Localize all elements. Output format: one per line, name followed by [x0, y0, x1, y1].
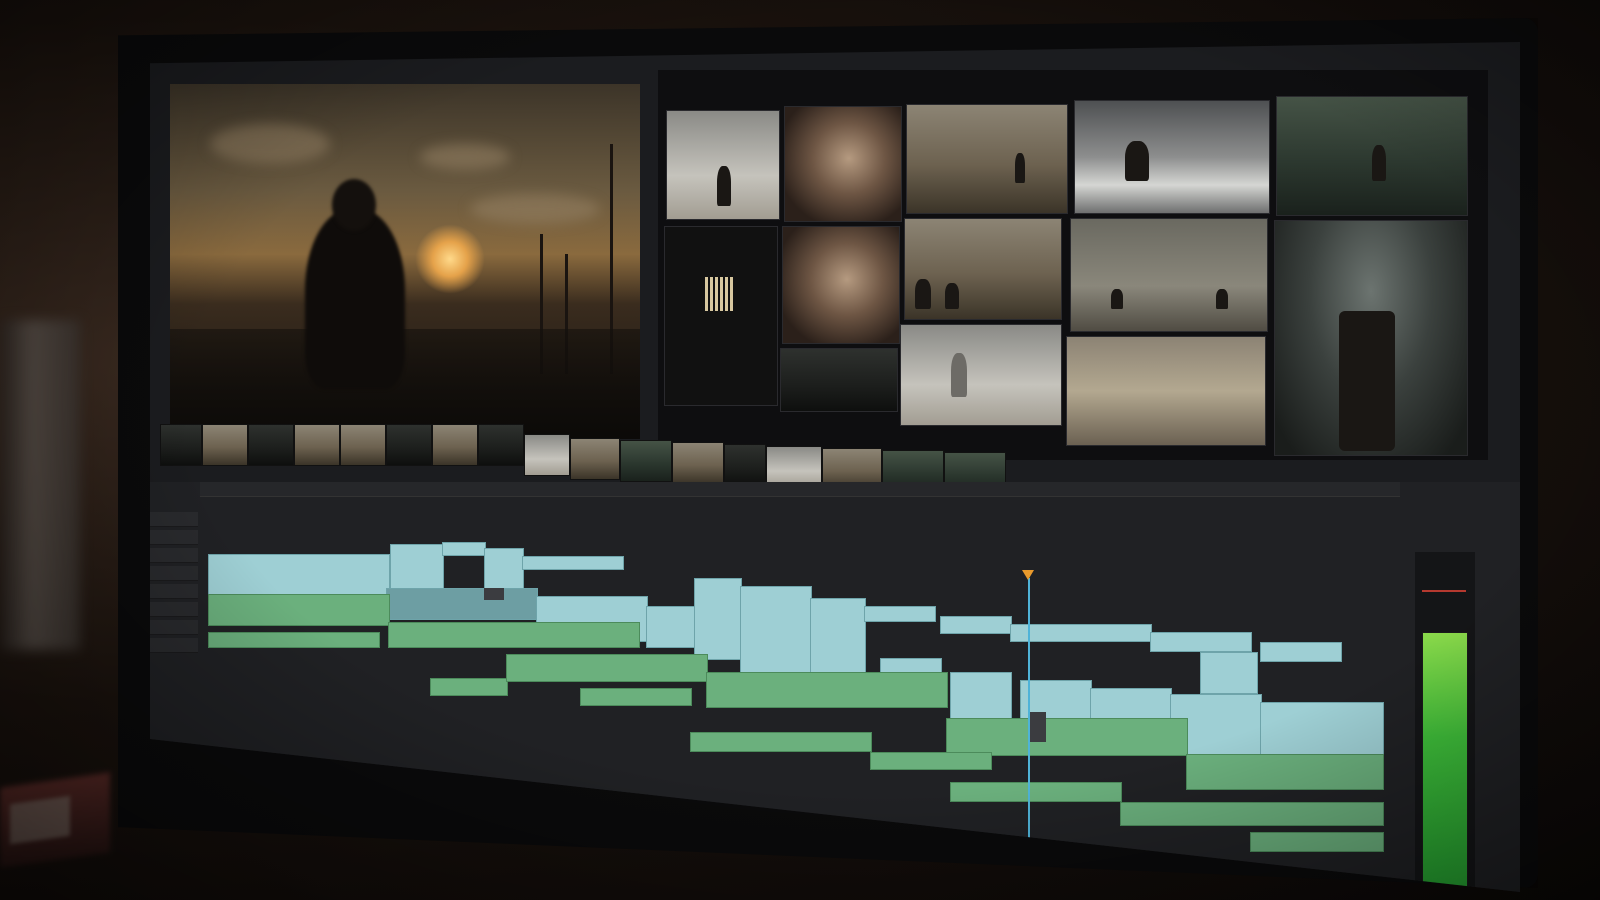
- audio-clip[interactable]: [430, 678, 508, 696]
- video-clip[interactable]: [1200, 652, 1258, 694]
- audio-clip[interactable]: [1250, 832, 1384, 852]
- video-clip[interactable]: [940, 616, 1012, 634]
- audio-clip[interactable]: [208, 632, 380, 648]
- audio-clip[interactable]: [950, 782, 1122, 802]
- clip-gap: [484, 588, 504, 600]
- filmstrip-frame[interactable]: [432, 424, 478, 466]
- audio-clip[interactable]: [1120, 802, 1384, 826]
- media-thumbnail[interactable]: [664, 226, 778, 406]
- audio-clip[interactable]: [690, 732, 872, 752]
- audio-meter: [1422, 632, 1468, 892]
- audio-clip[interactable]: [946, 718, 1188, 756]
- viewer-silhouette: [305, 209, 405, 389]
- video-clip[interactable]: [810, 598, 866, 680]
- media-thumbnail[interactable]: [1274, 220, 1468, 456]
- track-header[interactable]: [150, 638, 198, 653]
- video-clip[interactable]: [1260, 642, 1342, 662]
- viewer-ground: [170, 329, 640, 439]
- filmstrip-frame[interactable]: [386, 424, 432, 466]
- viewer-cloud: [420, 144, 510, 170]
- filmstrip-frame[interactable]: [478, 424, 524, 466]
- filmstrip-frame[interactable]: [160, 424, 202, 466]
- filmstrip-frame[interactable]: [340, 424, 386, 466]
- track-header[interactable]: [150, 530, 198, 545]
- viewer-silhouette-head: [332, 179, 376, 231]
- video-clip[interactable]: [646, 606, 696, 648]
- filmstrip-frame[interactable]: [524, 434, 570, 476]
- video-clip[interactable]: [1010, 624, 1152, 642]
- audio-clip[interactable]: [208, 594, 390, 626]
- audio-clip[interactable]: [870, 752, 992, 770]
- track-header[interactable]: [150, 584, 198, 599]
- media-thumbnail[interactable]: [1070, 218, 1268, 332]
- desk-object-small: [10, 795, 70, 845]
- background-lamp: [0, 320, 80, 650]
- track-header[interactable]: [150, 566, 198, 581]
- media-thumbnail[interactable]: [782, 226, 900, 344]
- track-header[interactable]: [150, 602, 198, 617]
- filmstrip-frame[interactable]: [202, 424, 248, 466]
- filmstrip-frame[interactable]: [248, 424, 294, 466]
- video-clip[interactable]: [484, 548, 524, 590]
- video-clip[interactable]: [522, 556, 624, 570]
- media-thumbnail[interactable]: [666, 110, 780, 220]
- filmstrip-frame[interactable]: [294, 424, 340, 466]
- filmstrip-frame[interactable]: [570, 438, 620, 480]
- media-thumbnail[interactable]: [1066, 336, 1266, 446]
- video-clip[interactable]: [442, 542, 486, 556]
- program-viewer[interactable]: [170, 84, 640, 439]
- audio-clip[interactable]: [706, 672, 948, 708]
- viewer-sun: [415, 224, 485, 294]
- filmstrip-frame[interactable]: [672, 442, 724, 484]
- audio-clip[interactable]: [580, 688, 692, 706]
- filmstrip[interactable]: [160, 424, 1010, 494]
- video-clip[interactable]: [864, 606, 936, 622]
- clip-gap: [1028, 712, 1046, 742]
- audio-clip[interactable]: [506, 654, 708, 682]
- audio-clip[interactable]: [1186, 754, 1384, 790]
- media-thumbnail[interactable]: [1074, 100, 1270, 214]
- media-thumbnail[interactable]: [900, 324, 1062, 426]
- timeline-ruler[interactable]: [200, 482, 1400, 497]
- viewer-cloud: [210, 124, 330, 164]
- media-pool-grid: [658, 70, 1488, 460]
- media-thumbnail[interactable]: [904, 218, 1062, 320]
- playhead-marker-icon[interactable]: [1022, 570, 1034, 580]
- media-thumbnail[interactable]: [784, 106, 902, 222]
- track-header[interactable]: [150, 548, 198, 563]
- track-header[interactable]: [150, 512, 198, 527]
- video-clip[interactable]: [694, 578, 742, 660]
- video-clip[interactable]: [740, 586, 812, 678]
- media-thumbnail[interactable]: [1276, 96, 1468, 216]
- audio-meter-peak: [1422, 590, 1466, 592]
- video-clip[interactable]: [950, 672, 1012, 724]
- audio-clip[interactable]: [388, 622, 640, 648]
- filmstrip-frame[interactable]: [724, 444, 766, 486]
- track-header[interactable]: [150, 620, 198, 635]
- viewer-cloud: [470, 194, 600, 224]
- video-clip[interactable]: [386, 588, 538, 620]
- video-clip[interactable]: [1150, 632, 1252, 652]
- media-thumbnail[interactable]: [906, 104, 1068, 214]
- media-thumbnail[interactable]: [780, 348, 898, 412]
- filmstrip-frame[interactable]: [620, 440, 672, 482]
